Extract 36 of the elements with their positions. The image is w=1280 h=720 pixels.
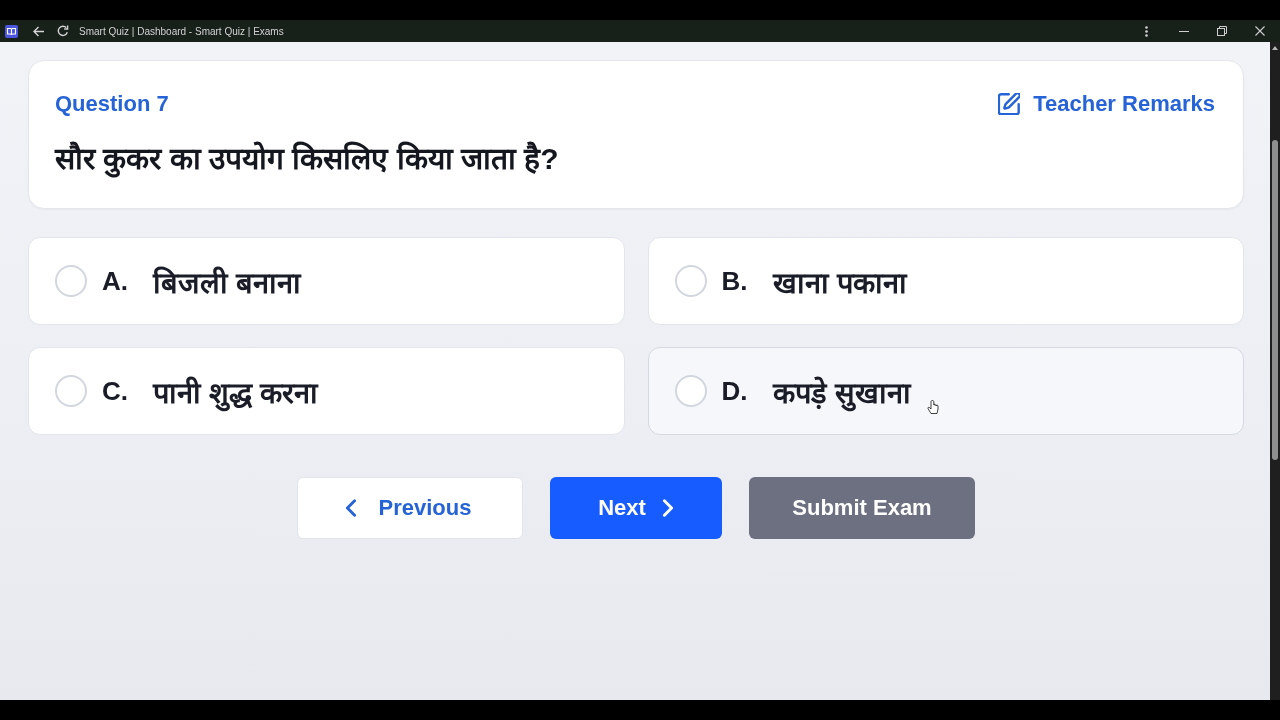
back-arrow-icon[interactable] [33,25,45,37]
option-text: कपड़े सुखाना [772,371,911,411]
answer-option[interactable]: D. कपड़े सुखाना [647,347,1244,435]
edit-icon [998,93,1021,115]
option-letter: D. [721,375,748,407]
option-letter: A. [102,265,128,297]
more-menu-icon[interactable] [1144,25,1148,37]
option-text: बिजली बनाना [153,265,302,301]
close-icon[interactable] [1255,26,1265,36]
scroll-up-icon[interactable] [1272,46,1278,50]
submit-exam-button[interactable]: Submit Exam [749,477,975,539]
question-text: सौर कुकर का उपयोग किसलिए किया जाता है? [55,139,1216,179]
window-title: Smart Quiz | Dashboard - Smart Quiz | Exams [79,25,284,37]
option-text: पानी शुद्ध करना [153,371,319,411]
option-text: खाना पकाना [772,265,907,301]
radio-button[interactable] [674,265,707,297]
restore-icon[interactable] [1217,26,1227,36]
answer-option[interactable]: C. पानी शुद्ध करना [28,347,625,435]
minimize-icon[interactable] [1179,30,1189,32]
radio-button[interactable] [55,375,87,407]
teacher-remarks-link[interactable]: Teacher Remarks [998,91,1215,117]
radio-button[interactable] [674,375,707,407]
chevron-right-icon [661,499,674,517]
question-number: Question 7 [55,91,169,117]
option-letter: C. [102,375,128,407]
answer-option[interactable]: B. खाना पकाना [647,237,1244,325]
next-button[interactable]: Next [550,477,722,539]
chevron-left-icon [344,499,357,517]
radio-button[interactable] [55,265,87,297]
option-letter: B. [721,265,748,297]
answer-option[interactable]: A. बिजली बनाना [28,237,625,325]
book-icon[interactable] [5,24,18,38]
hand-pointer-icon [926,400,939,415]
reload-icon[interactable] [57,25,69,37]
previous-button[interactable]: Previous [297,477,523,539]
scrollbar-thumb[interactable] [1272,140,1278,460]
